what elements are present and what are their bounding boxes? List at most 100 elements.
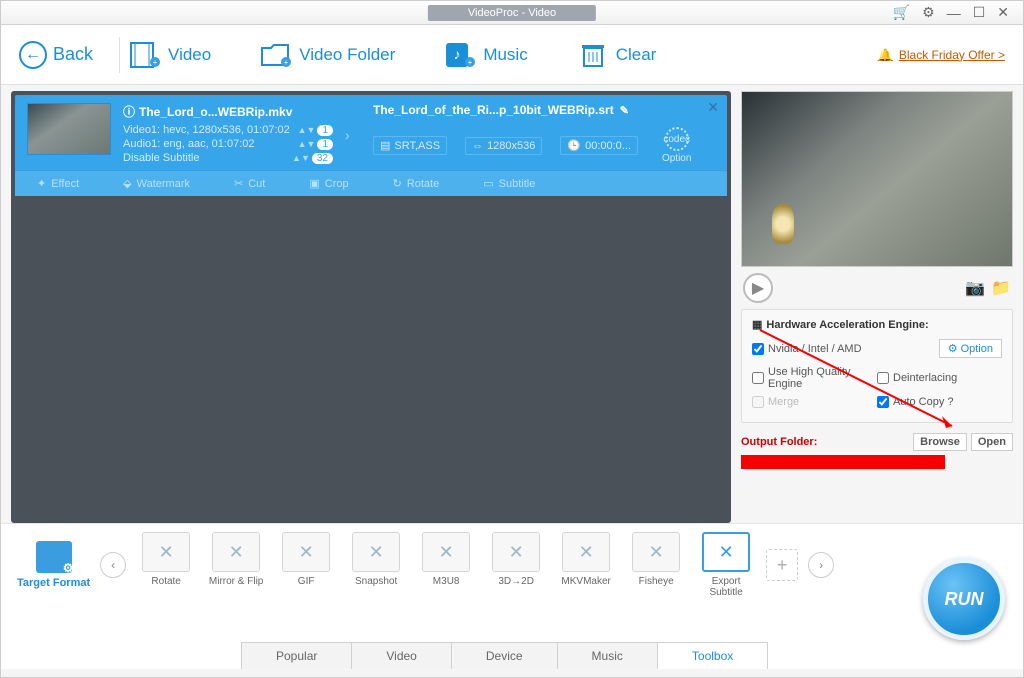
autocopy-checkbox[interactable]: Auto Copy ? — [877, 396, 1002, 408]
tools-icon: ✕ — [159, 542, 174, 563]
format-strip: Target Format ‹ ✕Rotate ✕Mirror & Flip ✕… — [1, 532, 1023, 598]
format-mirror-flip[interactable]: ✕Mirror & Flip — [206, 532, 266, 598]
document-gear-icon — [36, 541, 72, 573]
add-video-label: Video — [168, 45, 211, 65]
settings-icon[interactable]: ⚙ — [922, 4, 935, 21]
merge-checkbox[interactable]: Merge — [752, 396, 877, 408]
video-track-badge[interactable]: 1 — [317, 125, 333, 136]
source-info: ⓘThe_Lord_o...WEBRip.mkv Video1: hevc, 1… — [123, 103, 333, 166]
top-toolbar: ← Back + Video + Video Folder ♪+ Music C… — [1, 25, 1023, 85]
svg-text:+: + — [468, 58, 473, 67]
tools-icon: ✕ — [299, 542, 314, 563]
window-controls: 🛒 ⚙ — ☐ ✕ — [893, 4, 1023, 21]
bottom-bar: Target Format ‹ ✕Rotate ✕Mirror & Flip ✕… — [1, 523, 1023, 669]
crop-icon: ▣ — [309, 177, 319, 190]
chip-icon: ▦ — [752, 318, 762, 331]
watermark-tab[interactable]: ⬙Watermark — [101, 171, 212, 196]
format-mkvmaker[interactable]: ✕MKVMaker — [556, 532, 616, 598]
crop-tab[interactable]: ▣Crop — [287, 171, 370, 196]
format-gif[interactable]: ✕GIF — [276, 532, 336, 598]
format-export-subtitle[interactable]: ✕Export Subtitle — [696, 532, 756, 598]
promo-link[interactable]: 🔔 Black Friday Offer > — [878, 48, 1005, 62]
rotate-tab[interactable]: ↻Rotate — [371, 171, 462, 196]
open-folder-icon[interactable]: 📁 — [991, 278, 1011, 298]
deinterlace-checkbox[interactable]: Deinterlacing — [877, 372, 1002, 384]
play-button[interactable]: ▶ — [743, 273, 773, 303]
folder-plus-icon: + — [261, 42, 291, 68]
bell-icon: 🔔 — [878, 48, 893, 62]
tools-icon: ✕ — [649, 542, 664, 563]
clear-label: Clear — [616, 45, 657, 65]
tools-icon: ✕ — [229, 542, 244, 563]
svg-text:+: + — [284, 58, 289, 67]
video-thumbnail[interactable] — [27, 103, 111, 155]
snapshot-icon[interactable]: 📷 — [965, 278, 985, 298]
format-rotate[interactable]: ✕Rotate — [136, 532, 196, 598]
output-path-redacted — [741, 455, 945, 469]
format-3d-2d[interactable]: ✕3D→2D — [486, 532, 546, 598]
remove-item-icon[interactable]: ✕ — [707, 99, 719, 116]
add-music-button[interactable]: ♪+ Music — [445, 42, 527, 68]
resolution-icon: ⇔ — [472, 140, 483, 152]
add-format-button[interactable]: + — [766, 549, 798, 581]
window-title: VideoProc - Video — [428, 5, 596, 21]
scroll-left-button[interactable]: ‹ — [100, 552, 126, 578]
format-m3u8[interactable]: ✕M3U8 — [416, 532, 476, 598]
add-video-button[interactable]: + Video — [130, 42, 211, 68]
tab-music[interactable]: Music — [557, 642, 658, 669]
open-button[interactable]: Open — [971, 433, 1013, 451]
hardware-accel-box: ▦ Hardware Acceleration Engine: Nvidia / … — [741, 309, 1013, 423]
effect-tab[interactable]: ✦Effect — [15, 171, 101, 196]
svg-text:♪: ♪ — [454, 46, 461, 62]
codec-option-button[interactable]: codec Option — [662, 127, 691, 164]
format-fisheye[interactable]: ✕Fisheye — [626, 532, 686, 598]
svg-text:+: + — [153, 58, 158, 67]
cut-tab[interactable]: ✂Cut — [212, 171, 287, 196]
scroll-right-button[interactable]: › — [808, 552, 834, 578]
hw-option-button[interactable]: ⚙Option — [939, 339, 1002, 358]
format-snapshot[interactable]: ✕Snapshot — [346, 532, 406, 598]
run-button[interactable]: RUN — [923, 558, 1005, 640]
info-icon: ⓘ — [123, 103, 135, 120]
preview-controls: ▶ 📷 📁 — [741, 267, 1013, 309]
subtitle-tab[interactable]: ▭Subtitle — [461, 171, 557, 196]
tab-toolbox[interactable]: Toolbox — [657, 642, 768, 669]
title-bar: VideoProc - Video 🛒 ⚙ — ☐ ✕ — [1, 1, 1023, 25]
tab-popular[interactable]: Popular — [241, 642, 352, 669]
source-filename: The_Lord_o...WEBRip.mkv — [139, 105, 292, 119]
clear-button[interactable]: Clear — [578, 42, 657, 68]
add-video-folder-button[interactable]: + Video Folder — [261, 42, 395, 68]
side-panel: ▶ 📷 📁 ▦ Hardware Acceleration Engine: Nvi… — [741, 91, 1013, 523]
edit-name-icon[interactable]: ✎ — [620, 104, 629, 117]
cart-icon[interactable]: 🛒 — [893, 4, 910, 21]
hw-title: Hardware Acceleration Engine: — [766, 319, 928, 331]
edit-tabs: ✦Effect ⬙Watermark ✂Cut ▣Crop ↻Rotate ▭S… — [15, 170, 727, 196]
close-icon[interactable]: ✕ — [997, 4, 1009, 21]
tab-video[interactable]: Video — [351, 642, 451, 669]
separator — [119, 37, 120, 73]
rotate-icon: ↻ — [393, 177, 402, 190]
audio-track-badge[interactable]: 1 — [317, 139, 333, 150]
output-duration: 00:00:0... — [585, 140, 631, 152]
maximize-icon[interactable]: ☐ — [973, 4, 986, 21]
format-icon: ▤ — [380, 139, 390, 152]
subtitle-icon: ▭ — [483, 177, 493, 190]
preview-area[interactable] — [741, 91, 1013, 267]
hq-checkbox[interactable]: Use High Quality Engine — [752, 366, 877, 390]
output-format: SRT,ASS — [394, 140, 440, 152]
tab-device[interactable]: Device — [451, 642, 558, 669]
gear-icon: codec — [665, 127, 689, 151]
minimize-icon[interactable]: — — [947, 5, 961, 21]
trash-icon — [578, 42, 608, 68]
tools-icon: ✕ — [509, 542, 524, 563]
back-button[interactable]: ← Back — [19, 41, 93, 69]
subtitle-track-badge[interactable]: 32 — [312, 153, 333, 164]
scissors-icon: ✂ — [234, 177, 243, 190]
browse-button[interactable]: Browse — [913, 433, 967, 451]
droplet-icon: ⬙ — [123, 177, 131, 190]
gpu-checkbox[interactable]: Nvidia / Intel / AMD — [752, 343, 939, 355]
video-item[interactable]: ✕ ⓘThe_Lord_o...WEBRip.mkv Video1: hevc,… — [15, 95, 727, 196]
output-filename: The_Lord_of_the_Ri...p_10bit_WEBRip.srt — [373, 103, 614, 117]
output-folder-section: Output Folder: Browse Open — [741, 433, 1013, 469]
tools-icon: ✕ — [369, 542, 384, 563]
